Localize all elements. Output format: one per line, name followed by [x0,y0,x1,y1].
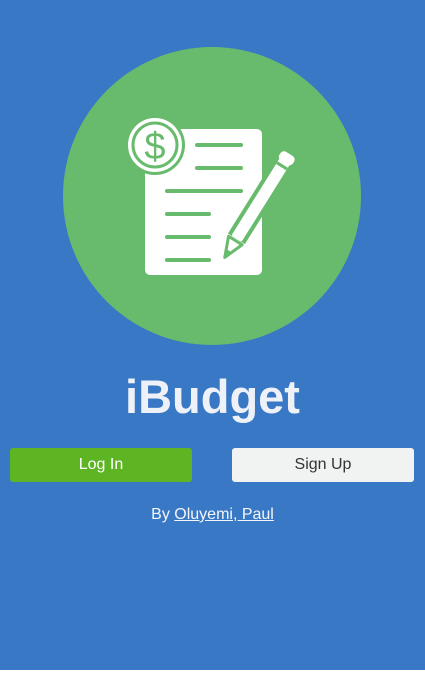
login-button[interactable]: Log In [10,448,192,482]
credit-prefix: By [151,506,170,523]
author-credit: By Oluyemi, Paul [0,505,425,525]
signup-button[interactable]: Sign Up [232,448,414,482]
budget-document-icon: $ [63,47,361,345]
app-title: iBudget [0,370,425,424]
app-screen: $ iBudget Log In Sign Up By Oluyemi, Pau… [0,0,425,670]
author-link[interactable]: Oluyemi, Paul [174,506,274,523]
app-logo: $ [63,47,361,345]
svg-text:$: $ [144,126,165,168]
